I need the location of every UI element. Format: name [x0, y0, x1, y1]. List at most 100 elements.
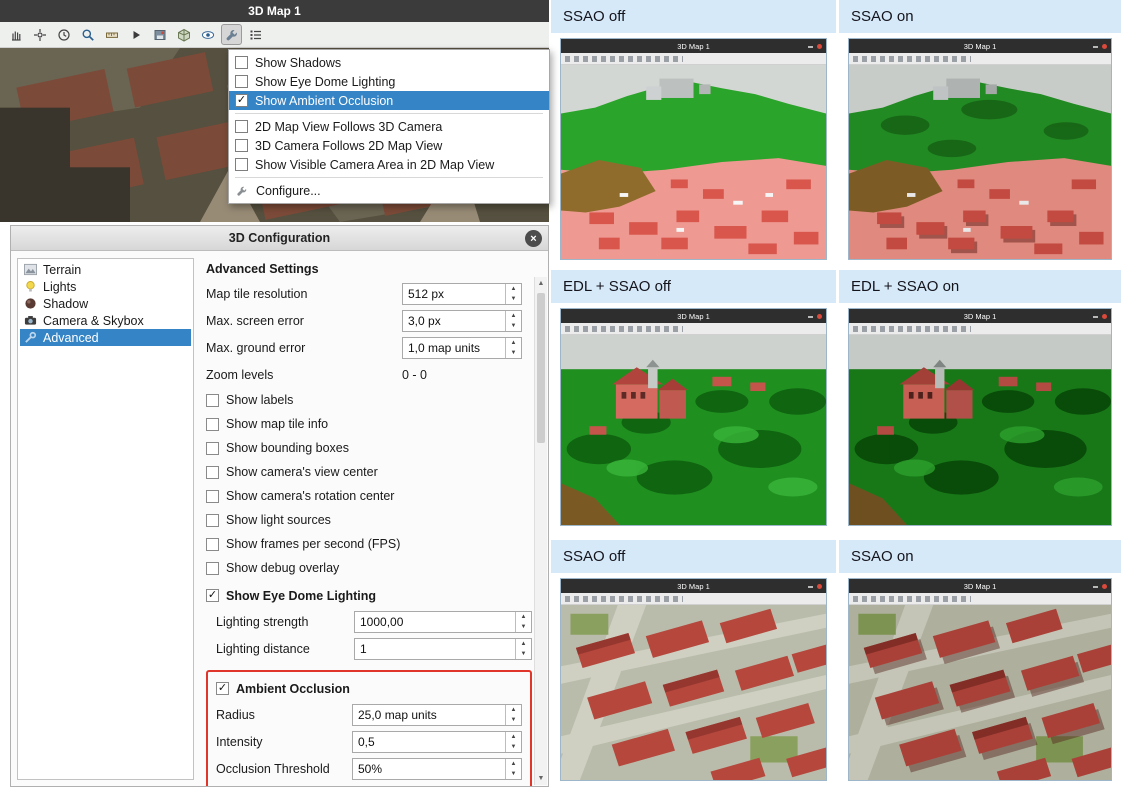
field-occlusion-threshold: Occlusion Threshold 50% ▲ ▼ [216, 755, 522, 782]
spinbox-value[interactable]: 1000,00 [355, 612, 515, 632]
spinbox-value[interactable]: 3,0 px [403, 311, 505, 331]
camera-control-icon[interactable] [29, 24, 50, 45]
spin-down-icon[interactable]: ▼ [516, 649, 531, 659]
spinbox-value[interactable]: 0,5 [353, 732, 505, 752]
panel-heading: Advanced Settings [206, 258, 532, 280]
render-aerial-ssao-on [849, 605, 1111, 780]
eye-icon[interactable] [197, 24, 218, 45]
spin-up-icon[interactable]: ▲ [506, 705, 521, 715]
sidebar-item-shadow[interactable]: Shadow [20, 295, 191, 312]
spin-up-icon[interactable]: ▲ [506, 311, 521, 321]
checkbox-show-light-sources[interactable]: Show light sources [206, 508, 532, 532]
mini-toolbar [561, 53, 826, 65]
spin-down-icon[interactable]: ▼ [506, 321, 521, 331]
compare-ssao-off-bottom: SSAO off 3D Map 1 [551, 540, 836, 787]
checkbox-show-debug-overlay[interactable]: Show debug overlay [206, 556, 532, 580]
scroll-up-icon[interactable]: ▲ [535, 277, 547, 290]
sidebar-item-lights[interactable]: Lights [20, 278, 191, 295]
measure-line-icon[interactable] [101, 24, 122, 45]
compare-label: EDL + SSAO on [851, 278, 959, 295]
close-icon[interactable]: × [525, 230, 542, 247]
scroll-down-icon[interactable]: ▼ [535, 772, 547, 785]
play-icon[interactable] [125, 24, 146, 45]
spin-down-icon[interactable]: ▼ [506, 769, 521, 779]
compare-header: SSAO on [839, 540, 1121, 573]
sidebar-item-terrain[interactable]: Terrain [20, 261, 191, 278]
scrollbar-thumb[interactable] [537, 293, 545, 443]
spinbox-value[interactable]: 512 px [403, 284, 505, 304]
edl-fields: Lighting strength 1000,00 ▲ ▼ Lighting d… [216, 608, 532, 662]
checkbox-show-bounding-boxes[interactable]: Show bounding boxes [206, 436, 532, 460]
menu-item-show-ambient-occlusion[interactable]: ✓ Show Ambient Occlusion [229, 91, 549, 110]
menu-separator [235, 177, 543, 178]
spin-up-icon[interactable]: ▲ [516, 639, 531, 649]
spinbox-value[interactable]: 50% [353, 759, 505, 779]
check-glyph: ✓ [237, 95, 246, 106]
export-3d-icon[interactable] [173, 24, 194, 45]
spin-down-icon[interactable]: ▼ [516, 622, 531, 632]
map-tile-resolution-spinbox[interactable]: 512 px ▲ ▼ [402, 283, 522, 305]
lighting-distance-spinbox[interactable]: 1 ▲ ▼ [354, 638, 532, 660]
checkbox-label: Show light sources [226, 513, 331, 527]
checkbox-label: Show frames per second (FPS) [226, 537, 400, 551]
compare-image-wrap: 3D Map 1 [551, 33, 836, 266]
spin-up-icon[interactable]: ▲ [506, 338, 521, 348]
dialog-scrollbar[interactable]: ▲ ▼ [534, 277, 547, 785]
legend-icon[interactable] [245, 24, 266, 45]
animation-icon[interactable] [53, 24, 74, 45]
spinbox-value[interactable]: 1,0 map units [403, 338, 505, 358]
spin-down-icon[interactable]: ▼ [506, 742, 521, 752]
menu-item-2d-follows-3d[interactable]: 2D Map View Follows 3D Camera [229, 117, 549, 136]
checkbox-checked-icon: ✓ [206, 589, 219, 602]
menu-item-3d-follows-2d[interactable]: 3D Camera Follows 2D Map View [229, 136, 549, 155]
spin-down-icon[interactable]: ▼ [506, 348, 521, 358]
zoom-icon[interactable] [77, 24, 98, 45]
sidebar-item-advanced[interactable]: Advanced [20, 329, 191, 346]
lighting-strength-spinbox[interactable]: 1000,00 ▲ ▼ [354, 611, 532, 633]
spin-up-icon[interactable]: ▲ [506, 759, 521, 769]
field-zoom-levels: Zoom levels 0 - 0 [206, 361, 532, 388]
light-bulb-icon [23, 280, 37, 294]
checkbox-icon [206, 394, 219, 407]
checkbox-show-camera-view-center[interactable]: Show camera's view center [206, 460, 532, 484]
checkbox-show-labels[interactable]: Show labels [206, 388, 532, 412]
map-view-settings-wrench-icon[interactable] [221, 24, 242, 45]
checkbox-show-fps[interactable]: Show frames per second (FPS) [206, 532, 532, 556]
sidebar-item-camera-skybox[interactable]: Camera & Skybox [20, 312, 191, 329]
checkbox-show-camera-rotation-center[interactable]: Show camera's rotation center [206, 484, 532, 508]
mini-title: 3D Map 1 [964, 582, 997, 591]
checkbox-show-eye-dome-lighting[interactable]: ✓ Show Eye Dome Lighting [206, 583, 532, 608]
mini-toolbar [849, 53, 1111, 65]
mini-title: 3D Map 1 [964, 312, 997, 321]
menu-item-label: Show Shadows [255, 56, 341, 70]
pan-icon[interactable] [5, 24, 26, 45]
checkbox-label: Show labels [226, 393, 293, 407]
spin-up-icon[interactable]: ▲ [506, 284, 521, 294]
menu-item-show-visible-camera-area[interactable]: Show Visible Camera Area in 2D Map View [229, 155, 549, 174]
checkbox-icon [235, 75, 248, 88]
spin-down-icon[interactable]: ▼ [506, 294, 521, 304]
spin-up-icon[interactable]: ▲ [506, 732, 521, 742]
menu-item-configure[interactable]: Configure... [229, 181, 549, 200]
sidebar-item-label: Terrain [43, 263, 81, 277]
spin-up-icon[interactable]: ▲ [516, 612, 531, 622]
checkbox-ambient-occlusion[interactable]: ✓ Ambient Occlusion [216, 676, 522, 701]
mini-title: 3D Map 1 [677, 42, 710, 51]
max-screen-error-spinbox[interactable]: 3,0 px ▲ ▼ [402, 310, 522, 332]
radius-spinbox[interactable]: 25,0 map units ▲ ▼ [352, 704, 522, 726]
checkbox-show-map-tile-info[interactable]: Show map tile info [206, 412, 532, 436]
save-image-icon[interactable] [149, 24, 170, 45]
occlusion-threshold-spinbox[interactable]: 50% ▲ ▼ [352, 758, 522, 780]
menu-item-show-eye-dome-lighting[interactable]: Show Eye Dome Lighting [229, 72, 549, 91]
render-aerial-ssao-off [561, 605, 826, 780]
spin-down-icon[interactable]: ▼ [506, 715, 521, 725]
spinbox-arrows: ▲ ▼ [505, 284, 521, 304]
intensity-spinbox[interactable]: 0,5 ▲ ▼ [352, 731, 522, 753]
spinbox-arrows: ▲ ▼ [505, 705, 521, 725]
sidebar-item-label: Camera & Skybox [43, 314, 144, 328]
spinbox-value[interactable]: 1 [355, 639, 515, 659]
menu-item-show-shadows[interactable]: Show Shadows [229, 53, 549, 72]
max-ground-error-spinbox[interactable]: 1,0 map units ▲ ▼ [402, 337, 522, 359]
spinbox-value[interactable]: 25,0 map units [353, 705, 505, 725]
field-label: Radius [216, 708, 352, 722]
